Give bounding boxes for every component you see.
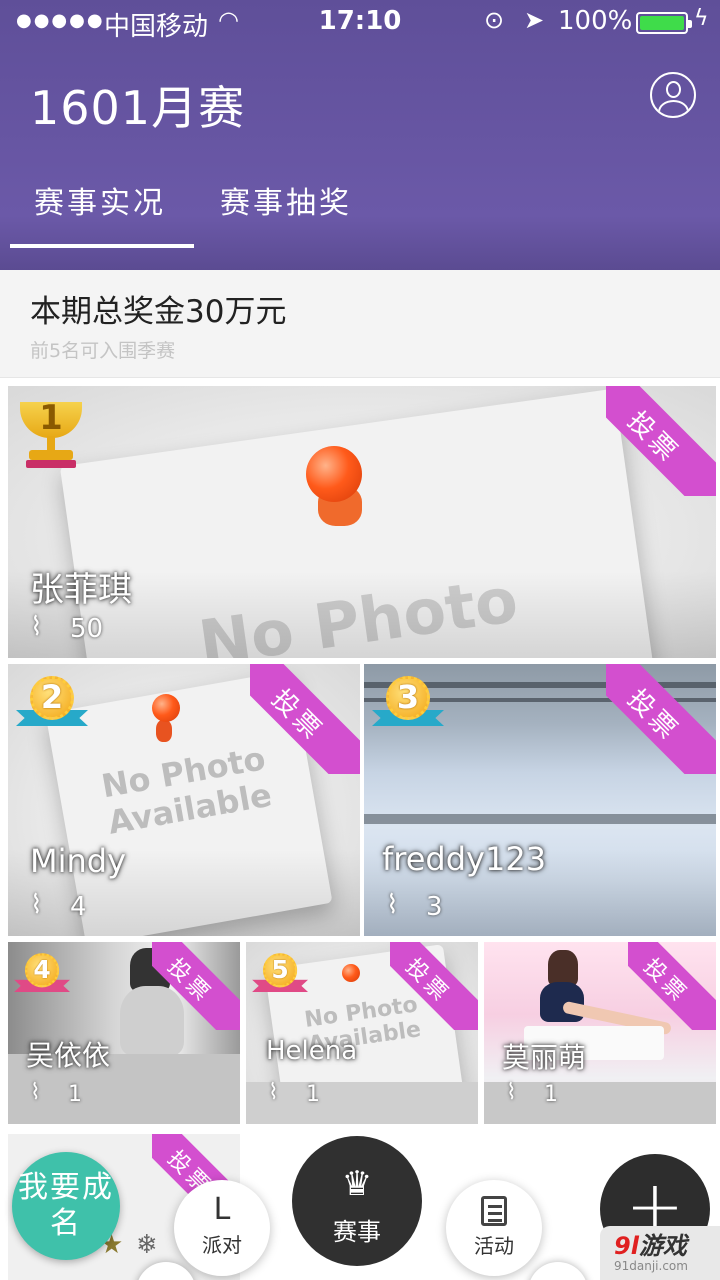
match-button[interactable]: ♛ 赛事 xyxy=(292,1136,422,1266)
user-circle-icon-body xyxy=(658,100,689,116)
activity-label: 活动 xyxy=(474,1234,514,1258)
vote-band: 投票 xyxy=(628,942,716,1030)
pin-icon xyxy=(342,964,360,982)
vote-label: 投票 xyxy=(621,683,686,748)
like-count: 3 xyxy=(426,892,443,922)
medal-icon: 2 xyxy=(16,672,88,744)
rank-number: 3 xyxy=(396,678,420,716)
medal-icon: 3 xyxy=(372,672,444,744)
like-count: 1 xyxy=(544,1082,558,1107)
like-count: 50 xyxy=(70,614,104,644)
prize-subtitle: 前5名可入围季赛 xyxy=(30,340,176,362)
vote-label: 投票 xyxy=(638,954,693,1009)
photo-detail xyxy=(364,814,716,824)
watermark-url: 91danji.com xyxy=(614,1259,688,1273)
like-count: 1 xyxy=(68,1082,82,1107)
pin-icon xyxy=(152,694,180,722)
tab-live[interactable]: 赛事实况 xyxy=(34,178,166,222)
active-tab-indicator xyxy=(10,244,194,248)
medal-icon: 4 xyxy=(14,950,71,1006)
entry-name: 莫丽萌 xyxy=(502,1041,587,1074)
entry-name: Mindy xyxy=(30,842,127,880)
medal-icon: 5 xyxy=(252,950,309,1006)
paperclip-icon: ⌇ xyxy=(30,890,43,920)
app-screen: ●●●●● 中国移动 ◠ 17:10 ⊙ ➤ 100% ϟ 1601月赛 赛事实… xyxy=(0,0,720,1280)
vote-label: 投票 xyxy=(400,954,455,1009)
card-footer xyxy=(246,1082,478,1124)
paperclip-icon: ⌇ xyxy=(506,1080,517,1105)
rank-number: 4 xyxy=(33,954,51,985)
paperclip-icon: ⌇ xyxy=(30,612,43,642)
paperclip-icon: ⌇ xyxy=(386,890,399,920)
entry-name: 吴依依 xyxy=(26,1039,111,1072)
prize-banner: 本期总奖金30万元 前5名可入围季赛 xyxy=(0,270,720,378)
card-footer xyxy=(484,1082,716,1124)
become-famous-button[interactable]: 我要成名 xyxy=(12,1152,120,1260)
pin-icon-stem xyxy=(156,720,172,742)
page-title: 1601月赛 xyxy=(30,81,246,135)
rank-number: 2 xyxy=(40,678,64,716)
header: ●●●●● 中国移动 ◠ 17:10 ⊙ ➤ 100% ϟ 1601月赛 赛事实… xyxy=(0,0,720,270)
trophy-plinth xyxy=(26,460,76,468)
battery-percent: 100% xyxy=(558,6,633,36)
party-label: 派对 xyxy=(202,1233,242,1257)
user-circle-icon xyxy=(666,81,681,98)
activity-button[interactable]: 活动 xyxy=(446,1180,542,1276)
like-count: 1 xyxy=(306,1082,320,1107)
status-bar: ●●●●● 中国移动 ◠ 17:10 ⊙ ➤ 100% ϟ xyxy=(0,0,720,48)
entry-card-6[interactable]: 投票 莫丽萌 ⌇ 1 xyxy=(484,942,716,1124)
vote-band: 投票 xyxy=(390,942,478,1030)
pin-icon xyxy=(306,446,362,502)
vote-button[interactable]: 投票 xyxy=(628,942,716,1030)
crown-icon: ♛ xyxy=(341,1164,373,1204)
vote-band: 投票 xyxy=(606,386,716,496)
entry-name: Helena xyxy=(266,1036,358,1066)
entry-card-1[interactable]: No Photo 投票 张菲琪 ⌇ 50 xyxy=(8,386,716,658)
watermark-logo-text: 游戏 xyxy=(638,1232,687,1260)
vote-button[interactable]: 投票 xyxy=(606,664,716,774)
vote-label: 投票 xyxy=(162,954,217,1009)
entry-name: 张菲琪 xyxy=(30,570,132,610)
watermark-logo: 9l游戏 xyxy=(614,1226,720,1261)
trophy-base xyxy=(29,450,73,460)
party-icon: L xyxy=(213,1192,231,1227)
document-icon xyxy=(481,1196,507,1226)
like-count: 4 xyxy=(70,892,87,922)
trophy-stem xyxy=(47,436,55,450)
match-label: 赛事 xyxy=(333,1218,381,1246)
site-watermark: 9l游戏 91danji.com xyxy=(600,1226,720,1280)
partial-nav-button[interactable] xyxy=(528,1262,588,1280)
vote-band: 投票 xyxy=(606,664,716,774)
rotation-lock-icon: ⊙ xyxy=(484,6,505,34)
photo-detail xyxy=(540,982,584,1022)
location-icon: ➤ xyxy=(524,6,545,34)
battery-icon xyxy=(636,12,692,34)
user-profile-button[interactable] xyxy=(650,72,696,118)
vote-button[interactable]: 投票 xyxy=(390,942,478,1030)
vote-label: 投票 xyxy=(265,683,330,748)
paperclip-icon: ⌇ xyxy=(268,1080,279,1105)
prize-title: 本期总奖金30万元 xyxy=(30,294,287,330)
vote-button[interactable]: 投票 xyxy=(606,386,716,496)
snowflake-icon: ❄ xyxy=(136,1230,158,1260)
tab-lottery[interactable]: 赛事抽奖 xyxy=(220,178,352,222)
vote-band: 投票 xyxy=(250,664,360,774)
vote-button[interactable]: 投票 xyxy=(250,664,360,774)
entry-name: freddy123 xyxy=(382,840,547,878)
party-button[interactable]: L 派对 xyxy=(174,1180,270,1276)
vote-band: 投票 xyxy=(152,942,240,1030)
rank-number: 1 xyxy=(39,398,63,438)
charging-icon: ϟ xyxy=(694,6,709,31)
photo-detail xyxy=(548,950,578,986)
trophy-icon: 1 xyxy=(14,398,88,472)
watermark-logo-num: 9l xyxy=(614,1232,639,1260)
vote-button[interactable]: 投票 xyxy=(152,942,240,1030)
rank-number: 5 xyxy=(271,954,289,985)
paperclip-icon: ⌇ xyxy=(30,1080,41,1105)
vote-label: 投票 xyxy=(621,405,686,470)
